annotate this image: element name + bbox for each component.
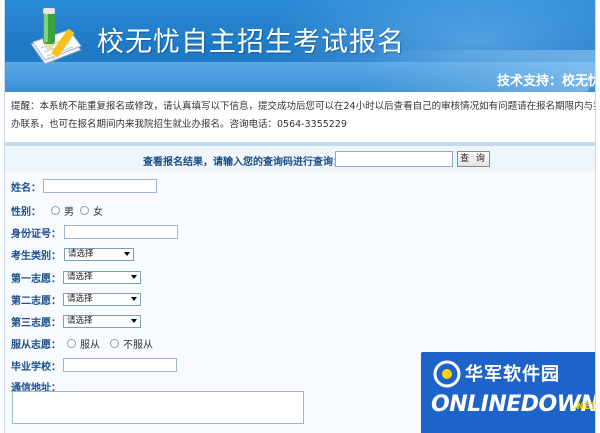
category-row: 考生类别： 请选择 (11, 244, 134, 264)
choice2-select-value: 请选择 (67, 293, 93, 304)
obey-label: 服从志愿： (11, 339, 61, 351)
watermark-logo-icon (433, 360, 461, 388)
obey-yes-label: 服从 (80, 339, 100, 351)
obey-no-radio[interactable] (110, 338, 119, 348)
gender-label: 性别： (11, 206, 41, 218)
choice3-select-value: 请选择 (67, 315, 93, 326)
id-number-label: 身份证号： (11, 228, 61, 240)
watermark-en-text: ONLINEDOWN (431, 392, 596, 417)
category-select-value: 请选择 (68, 248, 94, 259)
id-number-input[interactable] (64, 225, 178, 239)
page-frame: 校无忧自主招生考试报名 技术支持：校无忧 提醒：本系统不能重复报名或修改，请认真… (4, 0, 596, 433)
choice2-label: 第二志愿： (11, 295, 61, 307)
query-label: 查看报名结果，请输入您的查询码进行查询： (143, 157, 343, 168)
logo-icon (30, 8, 82, 65)
gender-row: 性别： 男 女 (11, 200, 103, 220)
obey-yes-radio[interactable] (67, 338, 76, 348)
choice1-row: 第一志愿： 请选择 (11, 267, 141, 287)
query-button[interactable]: 查 询 (457, 151, 490, 167)
obey-no-label: 不服从 (123, 339, 153, 351)
chevron-down-icon (131, 318, 137, 323)
choice3-select[interactable]: 请选择 (63, 314, 141, 328)
notice-line-2: 办联系，也可在报名期间内来我院招生就业办报名。咨询电话：0564-3355229 (11, 119, 347, 130)
watermark: 华军软件园 ONLINEDOWN .NET (421, 352, 596, 433)
watermark-suffix: .NET (573, 402, 596, 412)
name-row: 姓名： (11, 176, 157, 196)
gender-female-radio[interactable] (80, 205, 89, 215)
page-title: 校无忧自主招生考试报名 (97, 27, 405, 58)
address-textarea[interactable] (12, 391, 304, 424)
name-input[interactable] (43, 179, 157, 193)
header-banner: 校无忧自主招生考试报名 技术支持：校无忧 (5, 0, 596, 92)
gender-female-label: 女 (93, 206, 103, 218)
choice1-label: 第一志愿： (11, 273, 61, 285)
id-row: 身份证号： (11, 222, 178, 242)
choice3-label: 第三志愿： (11, 317, 61, 329)
category-select[interactable]: 请选择 (64, 247, 134, 261)
choice2-select[interactable]: 请选择 (63, 292, 141, 306)
choice2-row: 第二志愿： 请选择 (11, 289, 141, 309)
choice1-select-value: 请选择 (67, 271, 93, 282)
watermark-cn-text: 华军软件园 (465, 364, 560, 385)
tech-support-label: 技术支持：校无忧 (497, 74, 596, 89)
school-input[interactable] (63, 358, 177, 372)
category-label: 考生类别： (11, 250, 61, 262)
notice-line-1: 提醒：本系统不能重复报名或修改，请认真填写以下信息，提交成功后您可以在24小时以… (11, 101, 595, 112)
chevron-down-icon (131, 274, 137, 279)
query-code-input[interactable] (335, 151, 453, 167)
obey-row: 服从志愿： 服从 不服从 (11, 333, 153, 353)
chevron-down-icon (124, 251, 130, 256)
chevron-down-icon (131, 296, 137, 301)
school-label: 毕业学校： (11, 361, 61, 373)
name-label: 姓名： (11, 182, 41, 194)
gender-male-label: 男 (64, 206, 74, 218)
school-row: 毕业学校： (11, 355, 177, 375)
choice3-row: 第三志愿： 请选择 (11, 311, 141, 331)
query-bar: 查看报名结果，请输入您的查询码进行查询： 查 询 (5, 146, 595, 172)
choice1-select[interactable]: 请选择 (63, 270, 141, 284)
gender-male-radio[interactable] (51, 205, 60, 215)
